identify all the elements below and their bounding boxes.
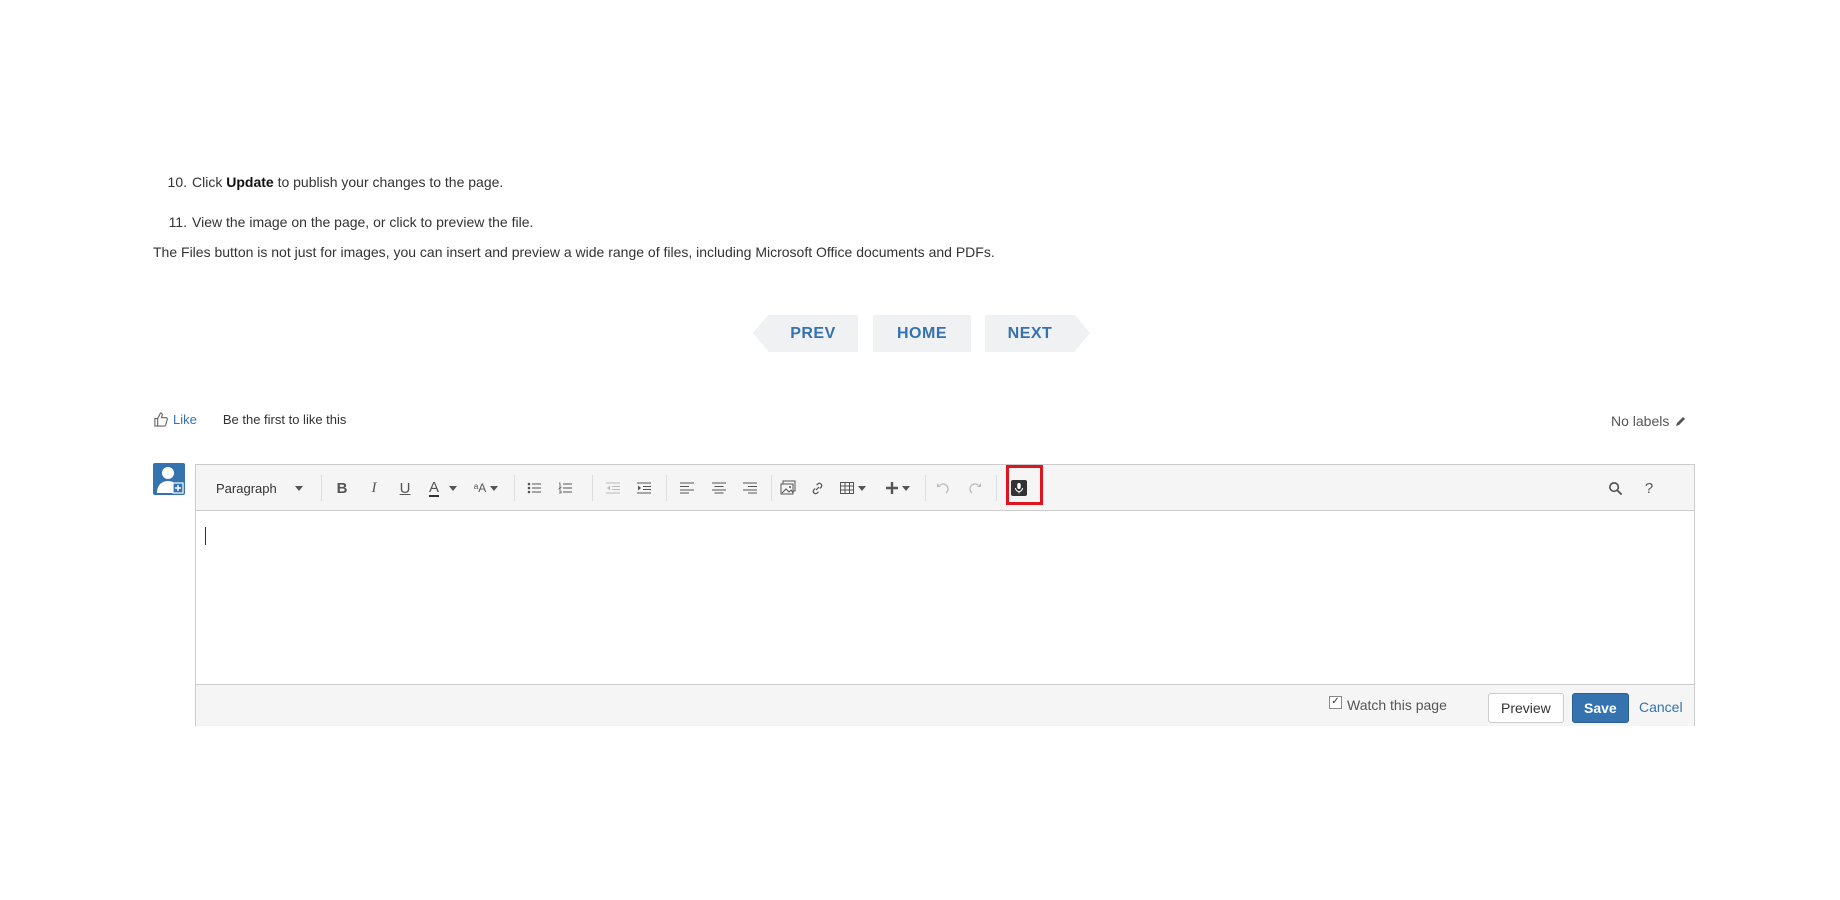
link-icon <box>812 482 822 494</box>
step-text-pre: Click <box>192 174 227 190</box>
bullet-list-icon <box>527 482 541 494</box>
text-color-button[interactable]: A <box>424 477 462 499</box>
editor-toolbar: Paragraph B I U A ᵃA ? <box>196 465 1694 511</box>
paragraph-dropdown[interactable]: Paragraph <box>216 477 308 499</box>
numbered-list-button[interactable] <box>554 477 576 499</box>
like-summary: Be the first to like this <box>222 412 347 427</box>
italic-button[interactable]: I <box>363 477 385 499</box>
like-link[interactable]: Like <box>173 412 197 427</box>
toolbar-separator <box>771 475 772 501</box>
editor-content[interactable] <box>196 511 1694 684</box>
chevron-down-icon <box>490 485 499 491</box>
numbered-list-icon <box>558 482 572 494</box>
toolbar-separator <box>666 475 667 501</box>
prev-arrow-shape <box>753 315 768 351</box>
highlight-box <box>1006 465 1043 505</box>
align-left-icon <box>680 482 694 494</box>
text-formatting-icon: ᵃA <box>473 481 487 495</box>
outdent-icon <box>606 482 620 494</box>
redo-icon <box>969 483 981 494</box>
toolbar-separator <box>996 475 997 501</box>
labels-area: No labels <box>1611 413 1687 429</box>
comment-editor: Paragraph B I U A ᵃA ? ✓ Watch this page… <box>195 464 1695 726</box>
checkbox-checked-icon: ✓ <box>1329 695 1342 709</box>
toolbar-separator <box>592 475 593 501</box>
help-button[interactable]: ? <box>1638 477 1660 499</box>
no-labels-text: No labels <box>1611 413 1670 429</box>
like-row: Like Be the first to like this <box>153 412 346 427</box>
prev-button[interactable]: PREV <box>768 315 858 352</box>
preview-button[interactable]: Preview <box>1488 693 1564 723</box>
watch-label: Watch this page <box>1347 697 1447 713</box>
insert-files-button[interactable] <box>773 477 803 499</box>
find-replace-button[interactable] <box>1604 477 1626 499</box>
bullet-list-button[interactable] <box>523 477 545 499</box>
insert-link-button[interactable] <box>806 477 828 499</box>
step-number: 11. <box>168 214 187 230</box>
align-right-button[interactable] <box>739 477 761 499</box>
editor-footer: ✓ Watch this page Preview Save Cancel <box>196 684 1694 726</box>
insert-table-button[interactable] <box>836 477 870 499</box>
outdent-button[interactable] <box>602 477 624 499</box>
chevron-down-icon <box>902 485 910 491</box>
undo-button[interactable] <box>932 477 954 499</box>
avatar[interactable] <box>153 463 185 495</box>
insert-more-button[interactable] <box>881 477 915 499</box>
step-text: View the image on the page, or click to … <box>192 214 534 230</box>
bold-button[interactable]: B <box>331 477 353 499</box>
paragraph-label: Paragraph <box>216 480 277 496</box>
indent-icon <box>637 482 651 494</box>
text-color-icon: A <box>428 478 439 497</box>
undo-icon <box>937 483 949 494</box>
chevron-down-icon <box>858 485 866 491</box>
watch-page-checkbox[interactable]: ✓ Watch this page <box>1329 695 1447 713</box>
next-arrow-shape <box>1075 315 1090 351</box>
plus-icon <box>886 482 898 494</box>
pencil-icon[interactable] <box>1675 415 1687 427</box>
align-right-icon <box>743 482 757 494</box>
next-button[interactable]: NEXT <box>985 315 1075 352</box>
step-number: 10. <box>167 174 187 190</box>
cancel-button[interactable]: Cancel <box>1639 693 1683 721</box>
files-image-icon <box>780 480 796 495</box>
save-button[interactable]: Save <box>1572 693 1629 723</box>
chevron-down-icon <box>449 485 457 491</box>
home-button[interactable]: HOME <box>873 315 971 352</box>
thumbs-up-icon[interactable] <box>153 412 168 427</box>
step-text-post: to publish your changes to the page. <box>273 174 504 190</box>
step-11: 11. View the image on the page, or click … <box>167 214 534 230</box>
text-formatting-button[interactable]: ᵃA <box>470 477 502 499</box>
table-icon <box>840 482 854 494</box>
step-10: 10. Click Update to publish your changes … <box>167 174 504 190</box>
redo-button[interactable] <box>964 477 986 499</box>
search-icon <box>1608 481 1622 495</box>
align-center-icon <box>712 482 726 494</box>
align-center-button[interactable] <box>708 477 730 499</box>
text-cursor <box>205 527 206 545</box>
indent-button[interactable] <box>633 477 655 499</box>
chevron-down-icon <box>294 485 303 491</box>
align-left-button[interactable] <box>676 477 698 499</box>
step-text-bold: Update <box>226 174 274 190</box>
toolbar-separator <box>925 475 926 501</box>
toolbar-separator <box>514 475 515 501</box>
toolbar-separator <box>321 475 322 501</box>
underline-button[interactable]: U <box>394 477 416 499</box>
files-note: The Files button is not just for images,… <box>153 244 995 260</box>
